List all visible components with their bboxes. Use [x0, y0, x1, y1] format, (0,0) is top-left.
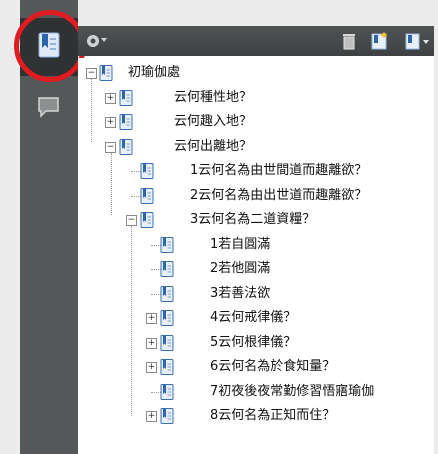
- bookmark-panel-icon: [37, 32, 61, 62]
- bookmark-label: 1若自圓滿: [210, 236, 271, 252]
- collapse-toggle[interactable]: −: [126, 215, 137, 226]
- bookmark-label: 7初夜後夜常勤修習悟寤瑜伽: [210, 383, 375, 399]
- tree-node[interactable]: − 3云何名為二道資糧？: [78, 209, 438, 231]
- bookmark-label: 1云何名為由世間道而趣離欲？: [190, 163, 368, 178]
- tree-node[interactable]: − 云何出離地？: [78, 136, 438, 158]
- comments-tab[interactable]: [20, 80, 78, 138]
- tree-node[interactable]: 1云何名為由世間道而趣離欲？: [78, 160, 438, 182]
- bookmark-icon: [140, 163, 154, 179]
- bookmark-dropdown-icon[interactable]: [404, 30, 434, 52]
- bookmark-icon: [160, 237, 174, 253]
- bookmark-icon: [160, 408, 174, 424]
- new-bookmark-icon[interactable]: [370, 30, 392, 52]
- tree-node[interactable]: +6云何名為於食知量？: [78, 356, 438, 378]
- tree-node[interactable]: +4云何戒律儀？: [78, 307, 438, 329]
- tree-node[interactable]: + 云何種性地？: [78, 87, 438, 109]
- bookmark-icon: [119, 114, 133, 130]
- expand-toggle[interactable]: +: [105, 92, 116, 104]
- comment-icon: [36, 95, 62, 123]
- expand-toggle[interactable]: +: [146, 313, 157, 324]
- bookmark-icon: [160, 359, 174, 375]
- tree-root-node[interactable]: − 初瑜伽處: [78, 62, 438, 84]
- tree-node[interactable]: + 云何趣入地？: [78, 111, 438, 133]
- bookmark-label: 初瑜伽處: [128, 65, 181, 80]
- tree-node[interactable]: 3若善法欲: [78, 283, 438, 305]
- delete-bookmark-icon[interactable]: [340, 30, 358, 52]
- bookmark-icon: [119, 90, 133, 106]
- expand-toggle[interactable]: +: [146, 337, 157, 349]
- bookmark-icon: [99, 65, 113, 81]
- tree-node[interactable]: +8云何名為正知而住？: [78, 405, 438, 427]
- tree-node[interactable]: +5云何根律儀？: [78, 332, 438, 354]
- tree-node[interactable]: 1若自圓滿: [78, 234, 438, 256]
- bookmark-label: 6云何名為於食知量？: [210, 359, 336, 374]
- bookmark-icon: [160, 384, 174, 400]
- collapse-toggle[interactable]: −: [86, 68, 97, 79]
- tree-node[interactable]: 2云何名為由出世道而趣離欲？: [78, 185, 438, 207]
- expand-toggle[interactable]: +: [146, 411, 157, 422]
- bookmark-icon: [119, 139, 133, 155]
- bookmark-tree: − 初瑜伽處 + 云何種性地？ + 云何趣入地？ − 云何出離地？ 1云何名為由世間道而趣離欲？…: [78, 58, 438, 454]
- tree-node[interactable]: 2若他圓滿: [78, 258, 438, 280]
- bookmarks-tab[interactable]: [20, 18, 78, 76]
- bookmark-label: 云何種性地？: [174, 89, 253, 105]
- bookmark-icon: [160, 286, 174, 302]
- bookmark-label: 3若善法欲: [210, 285, 271, 301]
- options-gear-icon[interactable]: [84, 30, 108, 52]
- bookmarks-toolbar: [78, 26, 438, 56]
- tree-node[interactable]: 7初夜後夜常勤修習悟寤瑜伽: [78, 381, 438, 403]
- bookmark-label: 2云何名為由出世道而趣離欲？: [190, 187, 368, 203]
- tree-guide-line: [111, 152, 112, 215]
- bookmark-label: 5云何根律儀？: [210, 334, 297, 350]
- expand-toggle[interactable]: +: [105, 117, 116, 128]
- scrollbar-edge: [434, 0, 438, 454]
- expand-toggle[interactable]: +: [146, 362, 157, 373]
- tree-guide-line: [91, 79, 92, 142]
- bookmark-label: 云何趣入地？: [174, 114, 253, 129]
- bookmark-icon: [140, 212, 154, 228]
- bookmark-icon: [160, 310, 174, 326]
- bookmark-icon: [160, 261, 174, 277]
- bookmark-icon: [160, 335, 174, 351]
- bookmark-label: 4云何戒律儀？: [210, 310, 297, 325]
- bookmark-label: 3云何名為二道資糧？: [190, 212, 316, 227]
- tree-guide-line: [131, 226, 132, 416]
- collapse-toggle[interactable]: −: [105, 141, 116, 153]
- bookmark-label: 8云何名為正知而住？: [210, 408, 336, 423]
- bookmark-label: 云何出離地？: [174, 138, 253, 154]
- bookmark-icon: [140, 188, 154, 204]
- bookmark-label: 2若他圓滿: [210, 261, 271, 276]
